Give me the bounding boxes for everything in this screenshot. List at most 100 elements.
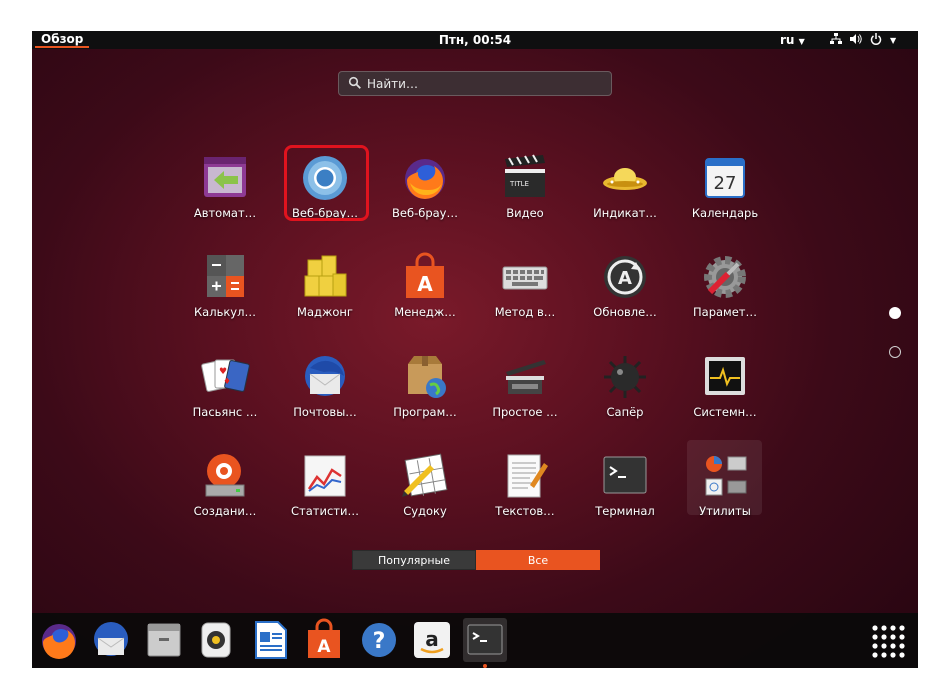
calendar-day: 27 [714,173,737,194]
app-system-monitor[interactable]: Системн… [677,352,773,442]
tab-all[interactable]: Все [476,550,600,570]
thunderbird-mail-icon[interactable] [89,618,133,662]
rhythmbox-icon[interactable] [194,618,238,662]
app-sudoku[interactable]: Судоку [377,451,473,541]
app-settings[interactable]: Парамет… [677,252,773,342]
app-video[interactable]: TITLE Видео [477,153,573,243]
app-automation[interactable]: Автомат… [177,153,273,243]
search-input[interactable] [367,75,597,92]
view-switcher: Популярные Все [352,550,600,570]
app-label: Метод в… [494,305,556,319]
chevron-down-icon: ▼ [798,37,805,46]
ufo-indicator-icon [603,168,647,190]
app-calculator[interactable]: Калькул… [177,252,273,342]
thunderbird-mail-icon [305,356,345,396]
sudoku-icon [402,453,448,497]
automation-icon [204,157,246,197]
keyboard-icon [502,266,548,290]
help-icon[interactable]: ? [357,618,401,662]
language-indicator[interactable]: ru ▼ [780,33,805,47]
app-label: Веб-брау… [392,206,458,220]
terminal-icon [467,624,503,655]
app-calendar[interactable]: 27 Календарь [677,153,773,243]
svg-text:A: A [317,637,331,657]
app-simple-scan[interactable]: Простое … [477,352,573,442]
terminal-dock-slot[interactable] [463,618,507,662]
firefox-icon [405,159,445,199]
app-label: Калькул… [194,305,256,319]
svg-text:TITLE: TITLE [509,180,529,188]
system-monitor-icon [705,357,745,395]
language-label: ru [780,33,795,47]
software-package-icon [408,356,446,398]
app-label: Видео [506,206,544,220]
utilities-folder-icon [705,456,747,496]
search-icon [348,76,361,89]
app-software-package[interactable]: Програм… [377,352,473,442]
app-input-method[interactable]: Метод в… [477,252,573,342]
app-label: Програм… [393,405,457,419]
svg-text:♥: ♥ [219,367,227,377]
app-label: Текстов… [495,504,555,518]
app-label: Почтовы… [293,405,357,419]
app-software-updater[interactable]: A Обновле… [577,252,673,342]
svg-text:?: ? [373,629,386,654]
running-indicator [483,664,487,668]
firefox-icon[interactable] [37,618,81,662]
app-firefox[interactable]: Веб-брау… [377,153,473,243]
video-clapper-icon: TITLE [505,154,545,197]
amazon-icon[interactable]: a [410,618,454,662]
software-manager-icon: A [406,252,444,298]
terminal-icon [603,456,647,494]
app-startup-disk[interactable]: Создани… [177,451,273,541]
app-utilities[interactable]: Утилиты [677,451,773,541]
chevron-down-icon: ▼ [890,36,897,45]
svg-text:A: A [417,272,433,296]
network-icon [830,33,842,48]
app-label: Системн… [693,405,757,419]
top-bar: Обзор Птн, 00:54 ru ▼ ▼ [32,31,918,49]
app-label: Создани… [193,504,257,518]
settings-gear-icon [704,256,746,298]
app-label: Автомат… [193,206,257,220]
app-label: Пасьянс … [192,405,258,419]
app-mines[interactable]: Сапёр [577,352,673,442]
files-icon[interactable] [142,618,186,662]
software-manager-icon[interactable]: A [302,618,346,662]
search-box[interactable] [338,71,612,96]
app-label: Терминал [595,504,655,518]
page-indicator-1[interactable] [889,307,901,319]
libreoffice-writer-icon[interactable] [248,618,292,662]
app-statistics[interactable]: Статисти… [277,451,373,541]
svg-text:A: A [618,268,632,289]
solitaire-cards-icon: ♥ ♦ [201,359,250,392]
app-label: Парамет… [693,305,757,319]
desktop-screen: Обзор Птн, 00:54 ru ▼ ▼ Найти… Автомат… … [32,31,918,668]
app-label: Судоку [403,504,447,518]
startup-disk-icon [205,454,245,497]
app-software-manager[interactable]: A Менедж… [377,252,473,342]
system-tray[interactable]: ▼ [830,33,896,48]
tab-popular[interactable]: Популярные [352,550,476,570]
app-label: Менедж… [394,305,456,319]
app-indicator[interactable]: Индикат… [577,153,673,243]
selected-app-highlight [284,145,369,221]
app-label: Календарь [691,206,759,220]
app-text-editor[interactable]: Текстов… [477,451,573,541]
svg-text:a: a [425,627,439,651]
app-label: Маджонг [297,305,353,319]
power-icon [870,33,882,48]
app-mail[interactable]: Почтовы… [277,352,373,442]
app-mahjong[interactable]: Маджонг [277,252,373,342]
calculator-icon [207,255,244,297]
app-solitaire[interactable]: ♥ ♦ Пасьянс … [177,352,273,442]
statistics-chart-icon [304,455,346,497]
mahjong-icon [304,255,347,297]
page-indicator-2[interactable] [889,346,901,358]
app-label: Статисти… [291,504,359,518]
show-applications-icon[interactable] [867,620,907,660]
app-label: Простое … [492,405,558,419]
volume-icon [850,33,862,48]
app-label: Обновле… [593,305,657,319]
app-terminal[interactable]: Терминал [577,451,673,541]
